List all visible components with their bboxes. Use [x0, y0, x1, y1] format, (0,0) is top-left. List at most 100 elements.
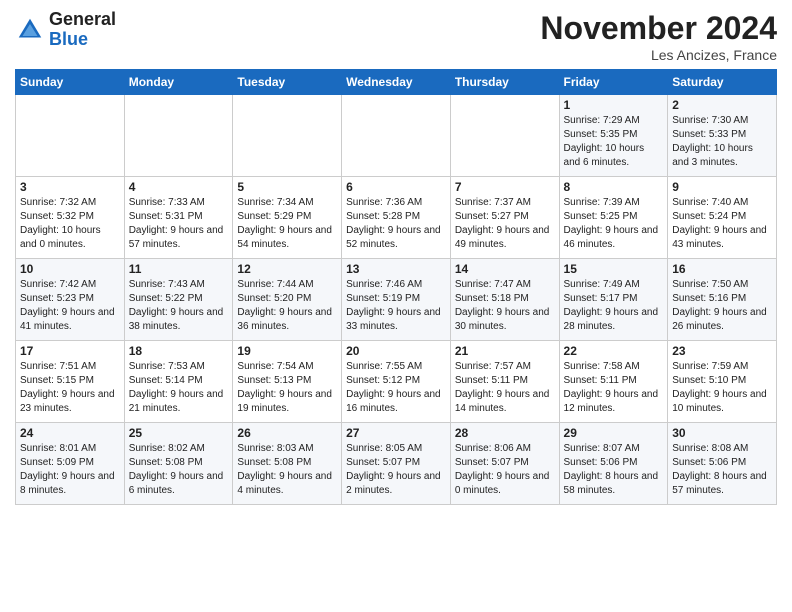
day-info: Sunrise: 8:08 AM Sunset: 5:06 PM Dayligh…: [672, 442, 772, 498]
day-info: Sunrise: 7:44 AM Sunset: 5:20 PM Dayligh…: [237, 278, 337, 334]
calendar-day: 3Sunrise: 7:32 AM Sunset: 5:32 PM Daylig…: [16, 177, 125, 259]
col-wednesday: Wednesday: [342, 70, 451, 95]
calendar-day: 9Sunrise: 7:40 AM Sunset: 5:24 PM Daylig…: [668, 177, 777, 259]
day-info: Sunrise: 8:02 AM Sunset: 5:08 PM Dayligh…: [129, 442, 229, 498]
calendar-week-2: 10Sunrise: 7:42 AM Sunset: 5:23 PM Dayli…: [16, 259, 777, 341]
day-info: Sunrise: 7:49 AM Sunset: 5:17 PM Dayligh…: [564, 278, 664, 334]
calendar-day: 24 Sunrise: 8:01 AM Sunset: 5:09 PM Dayli…: [16, 423, 125, 505]
day-number: 2: [672, 98, 772, 112]
day-number: 20: [346, 344, 446, 358]
calendar-day: 8 Sunrise: 7:39 AM Sunset: 5:25 PM Daylig…: [559, 177, 668, 259]
day-number: 13: [346, 262, 446, 276]
col-thursday: Thursday: [450, 70, 559, 95]
calendar-day: 12 Sunrise: 7:44 AM Sunset: 5:20 PM Dayli…: [233, 259, 342, 341]
calendar-day: 20 Sunrise: 7:55 AM Sunset: 5:12 PM Dayli…: [342, 341, 451, 423]
day-number: 22: [564, 344, 664, 358]
calendar-day: 4Sunrise: 7:33 AM Sunset: 5:31 PM Daylig…: [124, 177, 233, 259]
calendar-day: [124, 95, 233, 177]
day-number: 15: [564, 262, 664, 276]
col-monday: Monday: [124, 70, 233, 95]
day-info: Sunrise: 7:47 AM Sunset: 5:18 PM Dayligh…: [455, 278, 555, 334]
day-number: 1: [564, 98, 664, 112]
calendar-day: 19Sunrise: 7:54 AM Sunset: 5:13 PM Dayli…: [233, 341, 342, 423]
page: General Blue November 2024 Les Ancizes, …: [0, 0, 792, 515]
logo-blue: Blue: [49, 29, 88, 49]
day-number: 10: [20, 262, 120, 276]
calendar-week-0: 1 Sunrise: 7:29 AM Sunset: 5:35 PM Daylig…: [16, 95, 777, 177]
calendar-day: 7Sunrise: 7:37 AM Sunset: 5:27 PM Daylig…: [450, 177, 559, 259]
col-saturday: Saturday: [668, 70, 777, 95]
col-tuesday: Tuesday: [233, 70, 342, 95]
header-row: Sunday Monday Tuesday Wednesday Thursday…: [16, 70, 777, 95]
col-friday: Friday: [559, 70, 668, 95]
calendar-day: 11 Sunrise: 7:43 AM Sunset: 5:22 PM Dayli…: [124, 259, 233, 341]
calendar-day: 16 Sunrise: 7:50 AM Sunset: 5:16 PM Dayli…: [668, 259, 777, 341]
day-number: 26: [237, 426, 337, 440]
day-number: 17: [20, 344, 120, 358]
calendar-day: 27Sunrise: 8:05 AM Sunset: 5:07 PM Dayli…: [342, 423, 451, 505]
calendar-day: 26 Sunrise: 8:03 AM Sunset: 5:08 PM Dayli…: [233, 423, 342, 505]
calendar-day: 21 Sunrise: 7:57 AM Sunset: 5:11 PM Dayli…: [450, 341, 559, 423]
calendar-day: 23Sunrise: 7:59 AM Sunset: 5:10 PM Dayli…: [668, 341, 777, 423]
day-info: Sunrise: 7:55 AM Sunset: 5:12 PM Dayligh…: [346, 360, 446, 416]
calendar-week-4: 24 Sunrise: 8:01 AM Sunset: 5:09 PM Dayli…: [16, 423, 777, 505]
day-info: Sunrise: 8:03 AM Sunset: 5:08 PM Dayligh…: [237, 442, 337, 498]
day-info: Sunrise: 7:46 AM Sunset: 5:19 PM Dayligh…: [346, 278, 446, 334]
day-info: Sunrise: 7:34 AM Sunset: 5:29 PM Dayligh…: [237, 196, 337, 252]
calendar-day: 5 Sunrise: 7:34 AM Sunset: 5:29 PM Daylig…: [233, 177, 342, 259]
calendar-day: 18 Sunrise: 7:53 AM Sunset: 5:14 PM Dayli…: [124, 341, 233, 423]
day-info: Sunrise: 8:01 AM Sunset: 5:09 PM Dayligh…: [20, 442, 120, 498]
calendar-day: 14Sunrise: 7:47 AM Sunset: 5:18 PM Dayli…: [450, 259, 559, 341]
calendar-day: 22 Sunrise: 7:58 AM Sunset: 5:11 PM Dayli…: [559, 341, 668, 423]
day-number: 11: [129, 262, 229, 276]
location: Les Ancizes, France: [540, 47, 777, 63]
day-number: 9: [672, 180, 772, 194]
calendar-day: 30 Sunrise: 8:08 AM Sunset: 5:06 PM Dayli…: [668, 423, 777, 505]
logo-icon: [15, 15, 45, 45]
calendar-day: 15 Sunrise: 7:49 AM Sunset: 5:17 PM Dayli…: [559, 259, 668, 341]
calendar-day: 10Sunrise: 7:42 AM Sunset: 5:23 PM Dayli…: [16, 259, 125, 341]
calendar-day: 1 Sunrise: 7:29 AM Sunset: 5:35 PM Daylig…: [559, 95, 668, 177]
day-number: 28: [455, 426, 555, 440]
header: General Blue November 2024 Les Ancizes, …: [15, 10, 777, 63]
day-number: 18: [129, 344, 229, 358]
day-info: Sunrise: 7:59 AM Sunset: 5:10 PM Dayligh…: [672, 360, 772, 416]
calendar-day: 29 Sunrise: 8:07 AM Sunset: 5:06 PM Dayli…: [559, 423, 668, 505]
day-number: 6: [346, 180, 446, 194]
day-info: Sunrise: 7:58 AM Sunset: 5:11 PM Dayligh…: [564, 360, 664, 416]
day-info: Sunrise: 7:57 AM Sunset: 5:11 PM Dayligh…: [455, 360, 555, 416]
logo-text: General Blue: [49, 10, 116, 50]
calendar-day: 2Sunrise: 7:30 AM Sunset: 5:33 PM Daylig…: [668, 95, 777, 177]
calendar-week-1: 3Sunrise: 7:32 AM Sunset: 5:32 PM Daylig…: [16, 177, 777, 259]
calendar-day: 28Sunrise: 8:06 AM Sunset: 5:07 PM Dayli…: [450, 423, 559, 505]
day-number: 29: [564, 426, 664, 440]
day-info: Sunrise: 7:37 AM Sunset: 5:27 PM Dayligh…: [455, 196, 555, 252]
day-number: 16: [672, 262, 772, 276]
day-info: Sunrise: 7:29 AM Sunset: 5:35 PM Dayligh…: [564, 114, 664, 170]
calendar-day: 6 Sunrise: 7:36 AM Sunset: 5:28 PM Daylig…: [342, 177, 451, 259]
day-number: 25: [129, 426, 229, 440]
day-number: 5: [237, 180, 337, 194]
day-info: Sunrise: 7:39 AM Sunset: 5:25 PM Dayligh…: [564, 196, 664, 252]
day-info: Sunrise: 7:50 AM Sunset: 5:16 PM Dayligh…: [672, 278, 772, 334]
day-info: Sunrise: 8:05 AM Sunset: 5:07 PM Dayligh…: [346, 442, 446, 498]
calendar-day: 13 Sunrise: 7:46 AM Sunset: 5:19 PM Dayli…: [342, 259, 451, 341]
day-number: 24: [20, 426, 120, 440]
day-number: 12: [237, 262, 337, 276]
calendar-day: [16, 95, 125, 177]
col-sunday: Sunday: [16, 70, 125, 95]
logo: General Blue: [15, 10, 116, 50]
day-number: 30: [672, 426, 772, 440]
day-info: Sunrise: 7:54 AM Sunset: 5:13 PM Dayligh…: [237, 360, 337, 416]
day-info: Sunrise: 7:53 AM Sunset: 5:14 PM Dayligh…: [129, 360, 229, 416]
day-number: 21: [455, 344, 555, 358]
day-info: Sunrise: 7:33 AM Sunset: 5:31 PM Dayligh…: [129, 196, 229, 252]
month-title: November 2024: [540, 10, 777, 47]
day-number: 3: [20, 180, 120, 194]
calendar-day: 25 Sunrise: 8:02 AM Sunset: 5:08 PM Dayli…: [124, 423, 233, 505]
day-info: Sunrise: 7:43 AM Sunset: 5:22 PM Dayligh…: [129, 278, 229, 334]
day-info: Sunrise: 7:36 AM Sunset: 5:28 PM Dayligh…: [346, 196, 446, 252]
day-info: Sunrise: 8:07 AM Sunset: 5:06 PM Dayligh…: [564, 442, 664, 498]
day-info: Sunrise: 7:51 AM Sunset: 5:15 PM Dayligh…: [20, 360, 120, 416]
day-number: 8: [564, 180, 664, 194]
